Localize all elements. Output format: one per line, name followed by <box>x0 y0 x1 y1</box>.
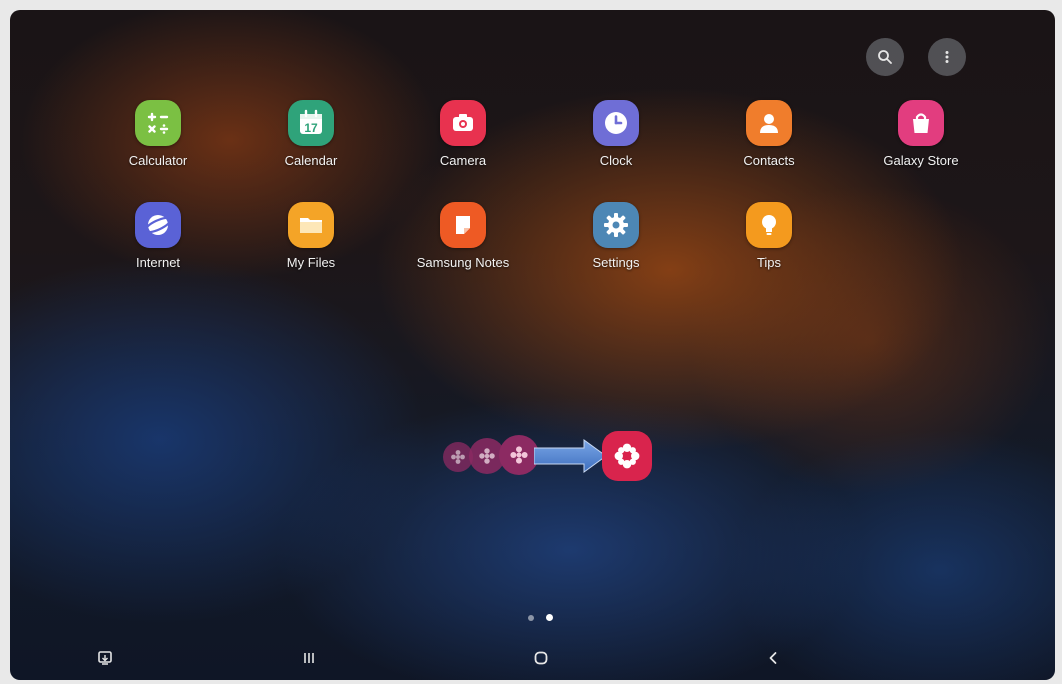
contacts-icon <box>746 100 792 146</box>
back-button[interactable] <box>753 643 793 673</box>
app-internet[interactable]: Internet <box>103 202 213 270</box>
notes-icon <box>440 202 486 248</box>
app-my-files[interactable]: My Files <box>256 202 366 270</box>
recent-apps-icon <box>304 653 314 663</box>
app-clock[interactable]: Clock <box>561 100 671 168</box>
app-label: Samsung Notes <box>416 255 510 270</box>
lightbulb-icon <box>746 202 792 248</box>
camera-icon <box>440 100 486 146</box>
page-dot[interactable] <box>528 614 534 621</box>
app-label: Internet <box>135 255 181 270</box>
galaxy-store-icon <box>898 100 944 146</box>
large-flower-icon <box>602 431 652 481</box>
app-contacts[interactable]: Contacts <box>714 100 824 168</box>
app-label: Settings <box>592 255 640 270</box>
gear-icon <box>593 202 639 248</box>
search-icon <box>878 50 892 64</box>
search-button[interactable] <box>866 38 904 76</box>
more-options-icon <box>945 51 949 63</box>
clock-icon <box>593 100 639 146</box>
app-camera[interactable]: Camera <box>408 100 518 168</box>
app-label: Galaxy Store <box>883 153 959 168</box>
app-calculator[interactable]: Calculator <box>103 100 213 168</box>
folder-icon <box>288 202 334 248</box>
small-flower-icon <box>499 435 539 475</box>
app-settings[interactable]: Settings <box>561 202 671 270</box>
app-label: Clock <box>599 153 633 168</box>
app-label: Tips <box>756 255 782 270</box>
page-indicator[interactable] <box>528 614 553 621</box>
app-label: Calculator <box>128 153 188 168</box>
home-icon <box>534 651 548 665</box>
calendar-day: 17 <box>304 121 318 135</box>
app-label: My Files <box>286 255 336 270</box>
app-galaxy-store[interactable]: Galaxy Store <box>866 100 976 168</box>
internet-icon <box>135 202 181 248</box>
back-icon <box>769 652 777 664</box>
app-label: Calendar <box>284 153 338 168</box>
arrow-right-icon <box>534 439 607 473</box>
app-calendar[interactable]: 17 Calendar <box>256 100 366 168</box>
home-button[interactable] <box>521 643 561 673</box>
calendar-icon: 17 <box>288 100 334 146</box>
screenshot-icon <box>98 651 112 665</box>
more-options-button[interactable] <box>928 38 966 76</box>
recent-apps-button[interactable] <box>289 643 329 673</box>
calculator-icon <box>135 100 181 146</box>
home-screen: Calculator 17 Calendar Camera Clock Cont… <box>10 10 1055 680</box>
page-dot-active[interactable] <box>546 614 553 621</box>
app-tips[interactable]: Tips <box>714 202 824 270</box>
app-label: Contacts <box>743 153 795 168</box>
screenshot-button[interactable] <box>85 643 125 673</box>
app-label: Camera <box>439 153 487 168</box>
app-samsung-notes[interactable]: Samsung Notes <box>408 202 518 270</box>
